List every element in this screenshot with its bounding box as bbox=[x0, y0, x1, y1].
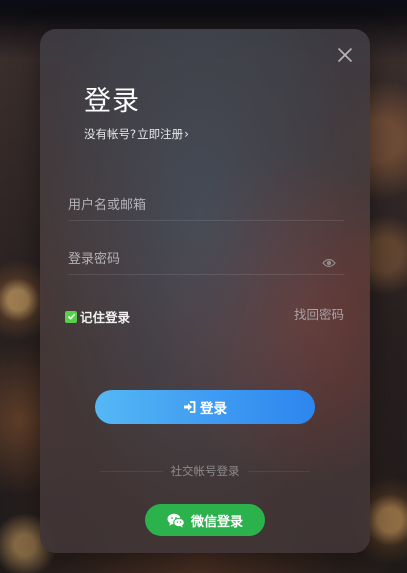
register-link[interactable]: 立即注册 › bbox=[137, 126, 189, 142]
divider-line-left bbox=[100, 470, 163, 472]
forgot-password-link[interactable]: 找回密码 bbox=[294, 304, 344, 323]
close-icon bbox=[338, 48, 352, 62]
social-login-divider: 社交帐号登录 bbox=[100, 463, 310, 479]
top-bar bbox=[0, 0, 407, 12]
wechat-icon bbox=[167, 513, 185, 528]
password-field-wrapper bbox=[68, 245, 344, 275]
divider-line-right bbox=[247, 470, 310, 472]
show-password-toggle[interactable] bbox=[322, 254, 336, 268]
password-input[interactable] bbox=[68, 245, 344, 274]
username-input[interactable] bbox=[68, 191, 344, 220]
check-icon bbox=[67, 313, 75, 320]
username-field-wrapper bbox=[68, 191, 344, 221]
social-login-label: 社交帐号登录 bbox=[170, 464, 240, 478]
remember-login-label: 记住登录 bbox=[80, 310, 131, 325]
wechat-login-label: 微信登录 bbox=[190, 514, 243, 530]
register-link-label: 立即注册 bbox=[137, 127, 184, 141]
checkbox-box bbox=[65, 310, 77, 323]
login-button-label: 登录 bbox=[200, 401, 227, 417]
close-button[interactable] bbox=[336, 46, 354, 64]
eye-icon bbox=[322, 258, 336, 268]
login-dialog: 登录 没有帐号? 立即注册 › 记住登录 找回密码 bbox=[40, 29, 370, 553]
wechat-login-button[interactable]: 微信登录 bbox=[145, 504, 265, 536]
login-icon bbox=[184, 401, 196, 413]
register-prompt-line: 没有帐号? 立即注册 › bbox=[84, 126, 189, 142]
login-button[interactable]: 登录 bbox=[95, 390, 315, 424]
dialog-title: 登录 bbox=[84, 86, 140, 117]
chevron-right-icon: › bbox=[184, 127, 189, 141]
remember-login-checkbox[interactable]: 记住登录 bbox=[65, 307, 130, 326]
register-prompt: 没有帐号? bbox=[84, 127, 137, 141]
